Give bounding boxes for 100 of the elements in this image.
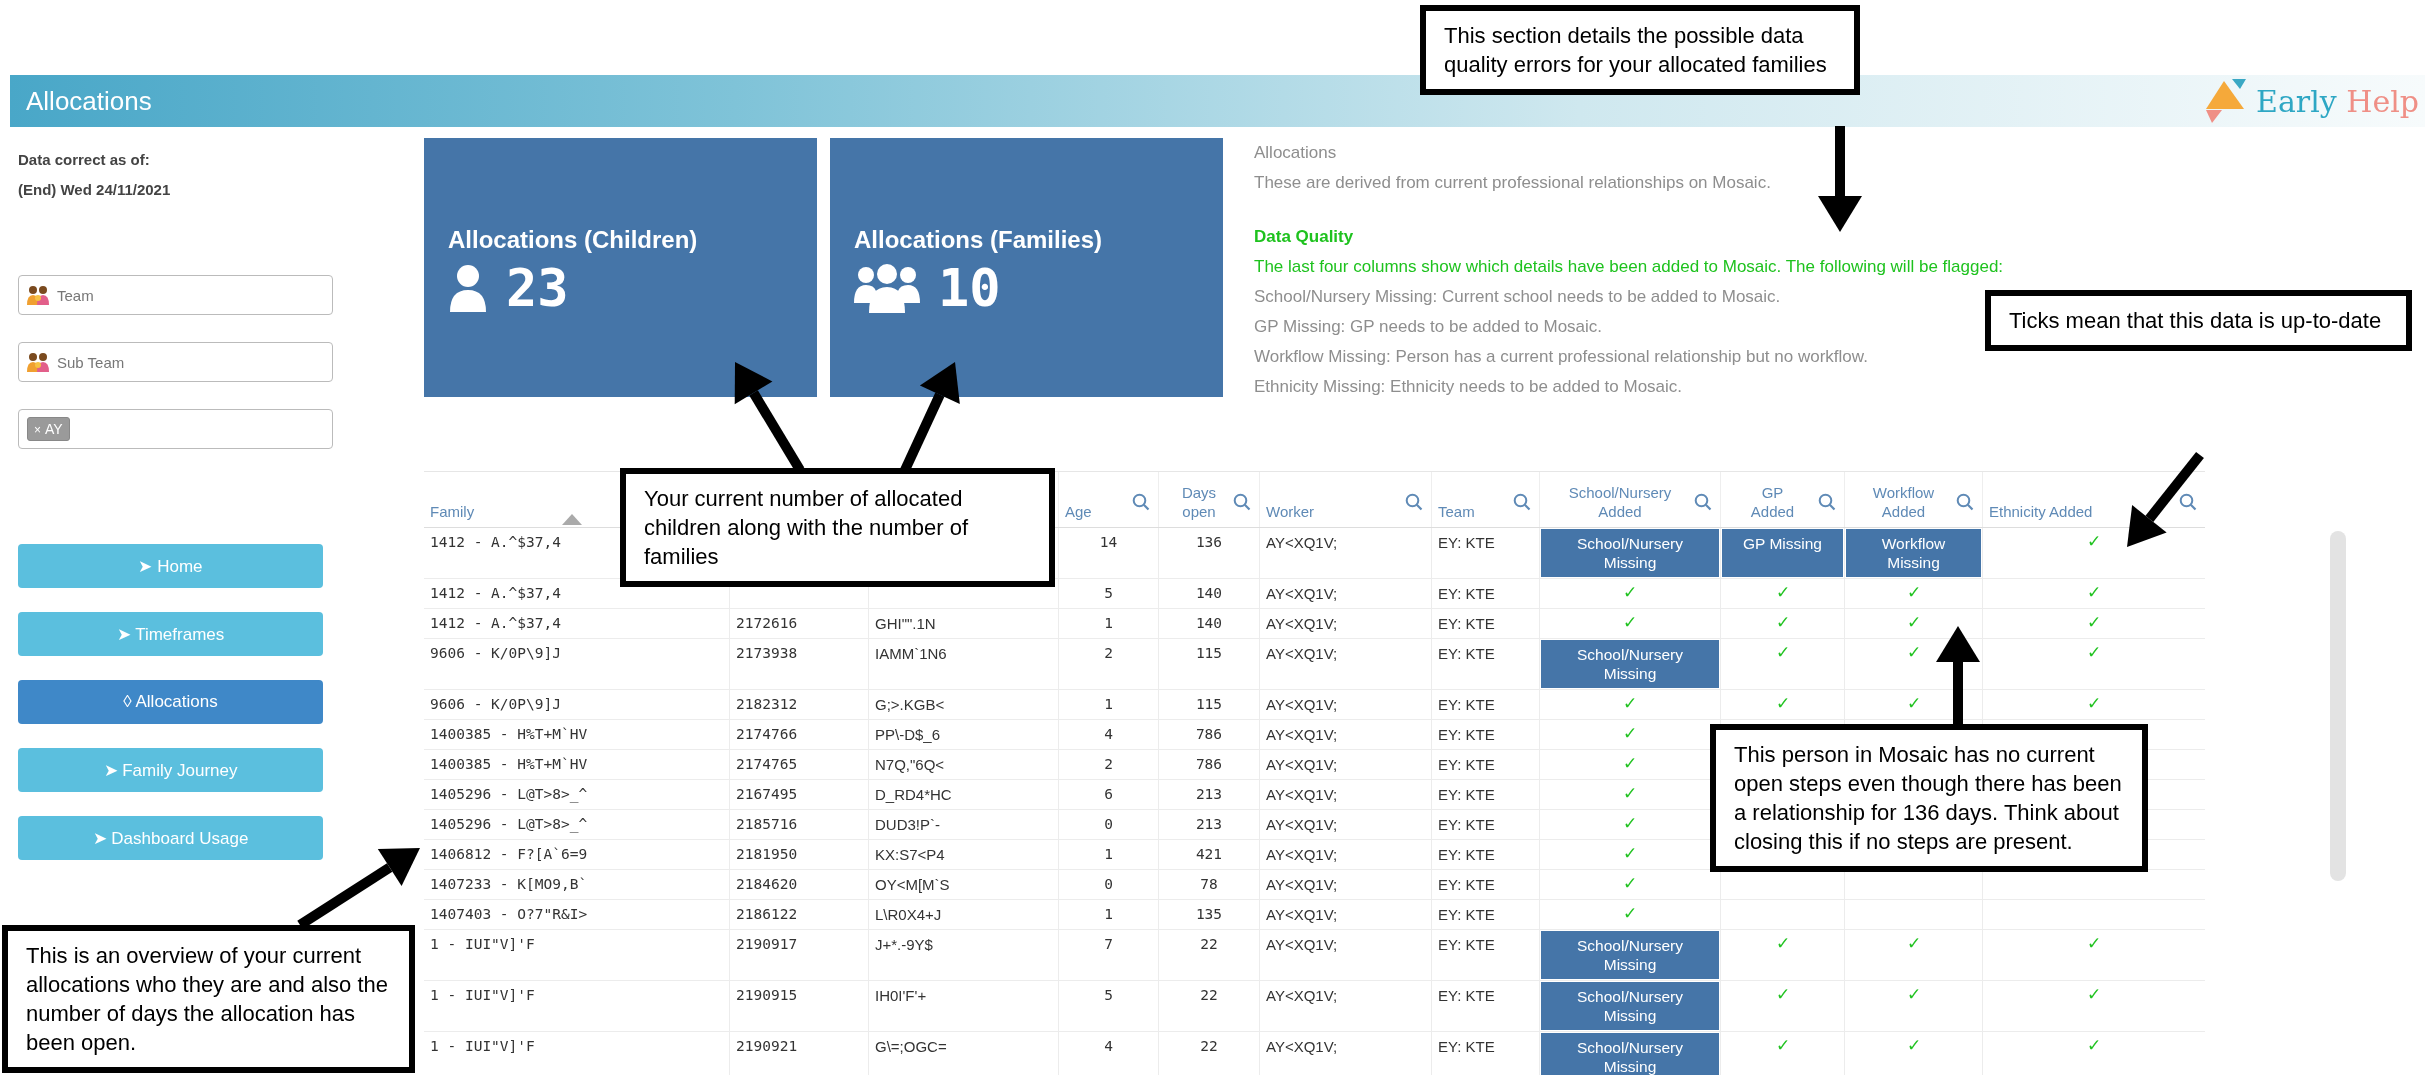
table-cell: EY: KTE [1438, 645, 1495, 662]
table-cell: 1407403 - O?7"R&I> [430, 906, 588, 922]
table-cell: 421 [1195, 846, 1223, 862]
missing-flag: School/Nursery Missing [1540, 528, 1720, 578]
table-cell: 4 [1104, 1038, 1113, 1054]
table-cell: EY: KTE [1438, 585, 1495, 602]
sort-icon[interactable] [562, 514, 582, 525]
column-header[interactable]: Age [1065, 502, 1092, 521]
nav-button[interactable]: ➤ Family Journey [18, 748, 323, 792]
table-cell: 5 [1104, 987, 1113, 1003]
table-cell: AY<XQ1V; [1266, 906, 1338, 923]
info-text: Workflow Missing: Person has a current professional relationship but no workflow. [1254, 346, 1869, 368]
person-icon [448, 264, 488, 312]
search-icon[interactable] [1513, 492, 1531, 511]
filter-field[interactable]: × AY [18, 409, 333, 449]
nav-button[interactable]: ➤ Timeframes [18, 612, 323, 656]
table-cell: PP\-D$_6 [875, 726, 941, 743]
column-header[interactable]: Ethnicity Added [1989, 502, 2093, 521]
table-cell: 22 [1200, 936, 1218, 952]
search-icon[interactable] [2179, 492, 2197, 511]
column-header[interactable]: Family [430, 502, 475, 521]
missing-flag: Workflow Missing [1845, 528, 1982, 578]
table-cell: 1412 - A.^$37,4 [430, 615, 561, 631]
table-cell: AY<XQ1V; [1266, 846, 1338, 863]
table-cell: 1 [1104, 906, 1113, 922]
missing-flag: School/Nursery Missing [1540, 930, 1720, 980]
check-mark: ✓ [1906, 642, 1921, 664]
callout-box: This section details the possible data quality errors for your allocated families [1420, 5, 1860, 95]
check-mark: ✓ [1623, 693, 1637, 715]
missing-flag: GP Missing [1721, 528, 1844, 578]
callout-box: Your current number of allocated children along with the number of families [620, 468, 1055, 587]
table-cell: 1406812 - F?[A`6=9 [430, 846, 588, 862]
check-mark: ✓ [1623, 753, 1637, 775]
page-title: Allocations [25, 85, 152, 117]
table-cell: GHI"".1N [875, 615, 936, 632]
table-cell: 2182312 [736, 696, 798, 712]
search-icon[interactable] [1233, 492, 1251, 511]
nav-button[interactable]: ➤ Home [18, 544, 323, 588]
table-cell: J+*.-9Y$ [875, 936, 933, 953]
table-cell: 1 [1104, 846, 1113, 862]
callout-box: Ticks mean that this data is up-to-date [1985, 290, 2412, 351]
scrollbar[interactable] [2330, 531, 2346, 881]
check-mark: ✓ [1623, 582, 1637, 604]
callout-box: This person in Mosaic has no current open steps even though there has been a relationship for 136 days. Think about closing this if no steps are present. [1710, 724, 2148, 872]
table-cell: 2186122 [736, 906, 798, 922]
table-cell: AY<XQ1V; [1266, 786, 1338, 803]
column-header[interactable]: Days open [1181, 483, 1217, 521]
table-cell: AY<XQ1V; [1266, 534, 1338, 551]
table-cell: 2173938 [736, 645, 798, 661]
search-icon[interactable] [1818, 492, 1836, 511]
table-cell: 5 [1104, 585, 1113, 601]
table-cell: 2 [1104, 645, 1113, 661]
table-cell: 14 [1099, 534, 1118, 550]
check-mark: ✓ [1623, 783, 1637, 805]
filter-field[interactable]: Team [18, 275, 333, 315]
table-cell: 213 [1195, 786, 1223, 802]
check-mark: ✓ [2087, 612, 2101, 634]
search-icon[interactable] [1694, 492, 1712, 511]
kpi-value: 10 [938, 258, 1001, 318]
info-title: Allocations [1254, 142, 1338, 164]
nav-button[interactable]: ➤ Dashboard Usage [18, 816, 323, 860]
column-header[interactable]: Workflow Added [1872, 483, 1935, 521]
check-mark: ✓ [2087, 1035, 2101, 1057]
check-mark: ✓ [1906, 933, 1921, 955]
column-header[interactable]: Team [1438, 502, 1475, 521]
table-cell: 1 - IUI"V]'F [430, 987, 535, 1003]
table-cell: 786 [1195, 726, 1223, 742]
table-cell: 0 [1104, 816, 1113, 832]
info-text: Ethnicity Missing: Ethnicity needs to be added to Mosaic. [1254, 376, 1684, 398]
table-cell: 0 [1104, 876, 1113, 892]
table-cell: KX:S7<P4 [875, 846, 945, 863]
check-mark: ✓ [1775, 642, 1790, 664]
search-icon[interactable] [1132, 492, 1150, 511]
table-cell: 6 [1104, 786, 1113, 802]
table-cell: DUD3!P`- [875, 816, 940, 833]
check-mark: ✓ [2087, 531, 2101, 553]
table-cell: 786 [1195, 756, 1223, 772]
column-header[interactable]: GP Added [1750, 483, 1795, 521]
filter-chip[interactable]: × AY [27, 417, 70, 441]
kpi-value: 23 [506, 258, 569, 318]
table-cell: IAMM`1N6 [875, 645, 947, 662]
nav-button[interactable]: ◊ Allocations [18, 680, 323, 724]
callout-box: This is an overview of your current allocations who they are and also the number of days the allocation has been open. [2, 925, 415, 1073]
table-cell: 22 [1200, 987, 1218, 1003]
table-cell: 1412 - A.^$37,4 [430, 585, 561, 601]
table-cell: 213 [1195, 816, 1223, 832]
table-cell: 78 [1200, 876, 1218, 892]
table-cell: EY: KTE [1438, 987, 1495, 1004]
filter-field[interactable]: Sub Team [18, 342, 333, 382]
check-mark: ✓ [2087, 642, 2101, 664]
table-cell: EY: KTE [1438, 1038, 1495, 1055]
search-icon[interactable] [1405, 492, 1423, 511]
table-cell: 4 [1104, 726, 1113, 742]
column-header[interactable]: School/Nursery Added [1568, 483, 1672, 521]
check-mark: ✓ [1623, 903, 1637, 925]
table-cell: EY: KTE [1438, 756, 1495, 773]
search-icon[interactable] [1956, 492, 1974, 511]
data-date-note: (End) Wed 24/11/2021 [18, 180, 172, 200]
column-header[interactable]: Worker [1266, 502, 1315, 521]
table-cell: 115 [1195, 696, 1223, 712]
